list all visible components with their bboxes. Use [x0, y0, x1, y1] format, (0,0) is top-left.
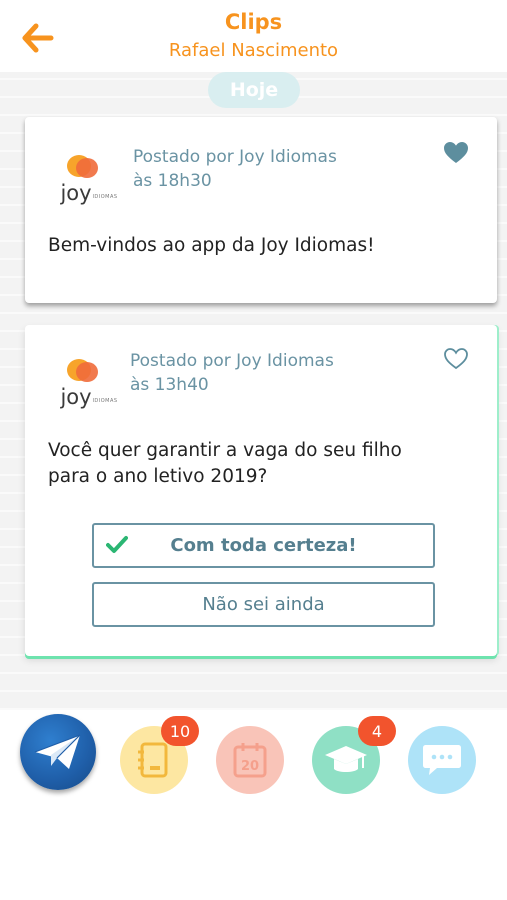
logo-bubbles	[59, 357, 99, 387]
paper-plane-icon	[34, 734, 81, 769]
calendar-day: 20	[241, 759, 259, 774]
calendar-icon: 20	[233, 743, 267, 778]
header: Clips Rafael Nascimento	[0, 0, 507, 72]
post-author: Postado por Joy Idiomas	[130, 351, 334, 371]
page-title: Clips	[224, 10, 283, 34]
post-time: às 18h30	[133, 171, 212, 191]
joy-idiomas-logo: joy IDIOMAS	[45, 143, 117, 213]
post-time: às 13h40	[130, 375, 209, 395]
chat-button[interactable]	[408, 726, 476, 794]
send-button[interactable]	[20, 714, 96, 790]
heart-filled-icon	[444, 142, 468, 163]
like-button[interactable]	[443, 141, 469, 165]
post-message: Você quer garantir a vaga do seu filho p…	[48, 438, 477, 490]
day-separator: Hoje	[208, 72, 300, 108]
graduation-cap-icon	[325, 746, 367, 772]
poll-answer-yes-button[interactable]: Com toda certeza!	[92, 523, 435, 568]
logo-wordmark: joy	[60, 385, 92, 409]
post-message: Bem-vindos ao app da Joy Idiomas!	[48, 235, 375, 256]
logo-subtext: IDIOMAS	[92, 398, 118, 404]
chat-bubble-icon	[423, 745, 461, 775]
poll-answer-unsure-button[interactable]: Não sei ainda	[92, 582, 435, 627]
logo-bubbles	[59, 153, 99, 183]
notebook-count-badge: 10	[161, 716, 199, 746]
heart-outline-icon	[444, 348, 468, 370]
post-meta: Postado por Joy Idiomas às 18h30	[133, 145, 337, 193]
like-button[interactable]	[443, 347, 469, 371]
page-subtitle: Rafael Nascimento	[168, 40, 339, 61]
post-message-line: Você quer garantir a vaga do seu filho	[48, 440, 402, 461]
checkmark-icon	[106, 536, 128, 553]
calendar-button[interactable]: 20	[216, 726, 284, 794]
bottom-dock: 10 20 4	[0, 710, 507, 900]
notebook-icon	[138, 742, 168, 778]
joy-idiomas-logo: joy IDIOMAS	[45, 347, 117, 417]
post-meta: Postado por Joy Idiomas às 13h40	[130, 349, 334, 397]
post-card: joy IDIOMAS Postado por Joy Idiomas às 1…	[25, 117, 497, 303]
logo-subtext: IDIOMAS	[92, 194, 118, 200]
poll-answer-label: Não sei ainda	[202, 594, 325, 615]
poll-answer-label: Com toda certeza!	[170, 535, 357, 556]
courses-count-badge: 4	[358, 716, 396, 746]
feed[interactable]: Hoje joy IDIOMAS Postado por Joy Idiomas…	[0, 72, 507, 710]
poll-post-card: joy IDIOMAS Postado por Joy Idiomas às 1…	[25, 325, 497, 656]
logo-wordmark: joy	[60, 181, 92, 205]
post-author: Postado por Joy Idiomas	[133, 147, 337, 167]
post-message-line: para o ano letivo 2019?	[48, 466, 268, 487]
